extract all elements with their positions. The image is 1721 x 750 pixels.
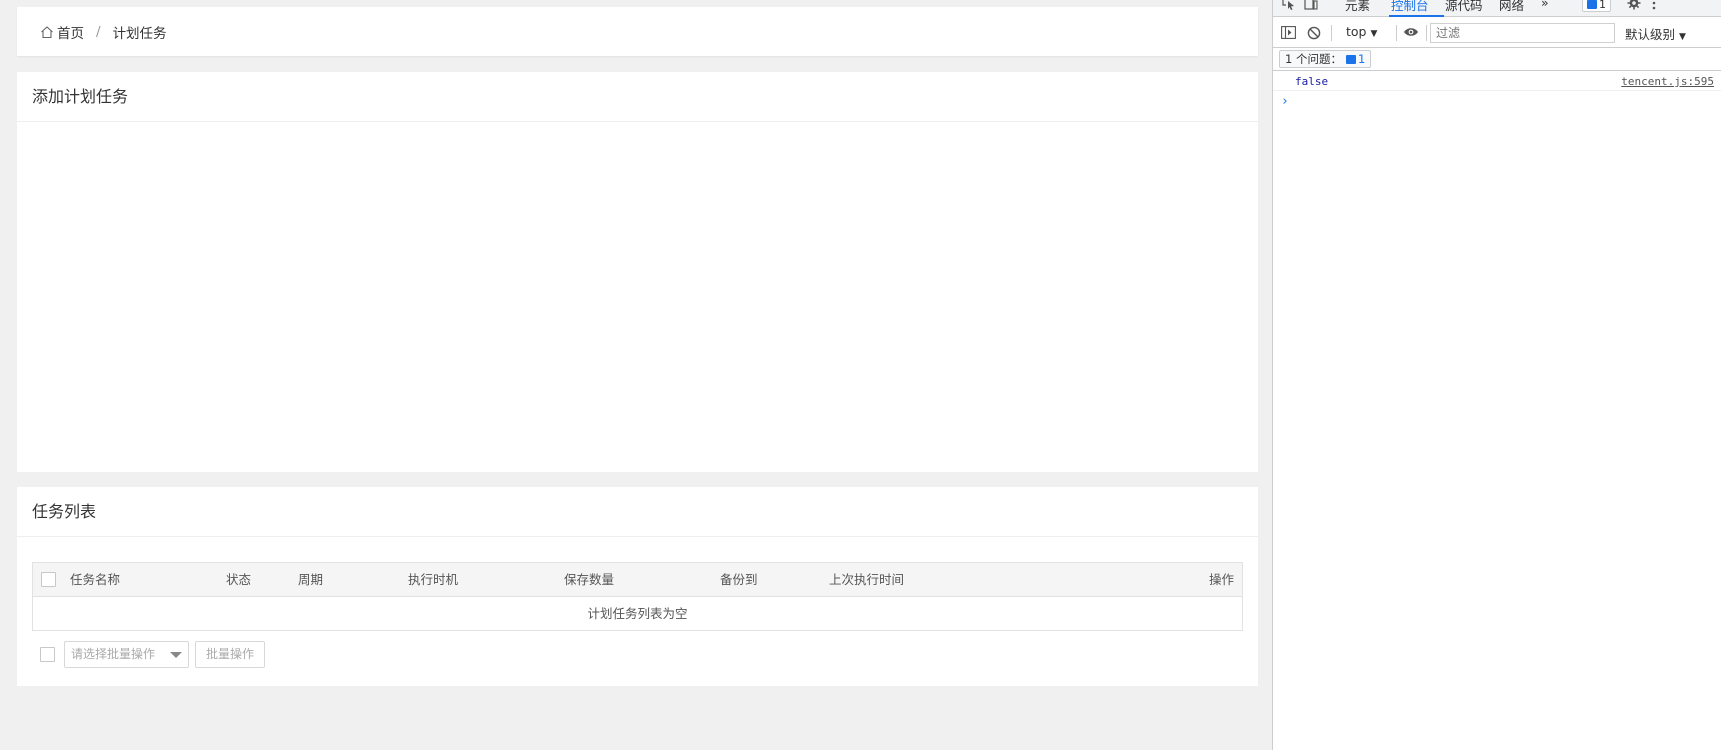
eye-icon[interactable] [1403, 26, 1419, 41]
task-list-title: 任务列表 [17, 487, 1258, 537]
breadcrumb: 首页 / 计划任务 [40, 7, 167, 56]
issues-label: 1 个问题： [1285, 52, 1342, 66]
issues-link[interactable]: 1 个问题： 1 [1279, 50, 1372, 68]
tab-sources[interactable]: 源代码 [1445, 0, 1483, 14]
context-select[interactable]: top ▼ [1346, 24, 1377, 39]
select-all-checkbox[interactable] [41, 572, 56, 587]
tab-console[interactable]: 控制台 [1391, 0, 1429, 14]
console-message: false tencent.js:595 [1273, 72, 1721, 91]
active-tab-indicator [1389, 15, 1444, 17]
batch-bar: 请选择批量操作 批量操作 [32, 641, 432, 669]
inspect-element-icon[interactable] [1281, 0, 1297, 13]
table-empty-message: 计划任务列表为空 [587, 606, 688, 621]
toolbar-divider [1396, 25, 1397, 41]
batch-action-button[interactable]: 批量操作 [195, 641, 265, 668]
page-area: 首页 / 计划任务 添加计划任务 任务列表 任务名称 状态 周期 执行时机 保存… [0, 0, 1272, 750]
console-source-link[interactable]: tencent.js:595 [1621, 75, 1714, 88]
toolbar-divider [1331, 25, 1332, 41]
batch-select-all-checkbox[interactable] [40, 647, 55, 662]
message-icon [1587, 0, 1597, 9]
breadcrumb-home-link[interactable]: 首页 [57, 22, 84, 42]
console-filter-input[interactable] [1430, 23, 1615, 43]
clear-console-icon[interactable] [1307, 26, 1321, 43]
column-status: 状态 [226, 572, 252, 587]
message-icon [1345, 55, 1356, 64]
devtools-panel: 元素 控制台 源代码 网络 » 1 top ▼ 默认级别 ▼ [1272, 0, 1721, 750]
tab-network[interactable]: 网络 [1499, 0, 1524, 14]
column-task-name: 任务名称 [70, 572, 121, 587]
issues-badge[interactable]: 1 [1582, 0, 1611, 12]
toolbar-divider [1426, 25, 1427, 41]
column-exec-timing: 执行时机 [408, 572, 459, 587]
tab-elements[interactable]: 元素 [1345, 0, 1370, 14]
breadcrumb-separator: / [96, 23, 101, 40]
issues-badge-count: 1 [1599, 0, 1606, 11]
table-header: 任务名称 状态 周期 执行时机 保存数量 备份到 上次执行时间 操作 [33, 563, 1242, 597]
task-list-panel: 任务列表 任务名称 状态 周期 执行时机 保存数量 备份到 上次执行时间 操作 … [17, 487, 1258, 686]
settings-gear-icon[interactable] [1627, 0, 1641, 13]
sidebar-toggle-icon[interactable] [1281, 26, 1296, 42]
column-last-exec-time: 上次执行时间 [829, 572, 905, 587]
batch-select-placeholder: 请选择批量操作 [71, 647, 156, 661]
device-toolbar-icon[interactable] [1304, 0, 1318, 13]
console-prompt[interactable]: › [1281, 94, 1289, 109]
chevron-down-icon: ▼ [1370, 29, 1378, 39]
chevron-down-icon [170, 652, 182, 658]
column-backup-to: 备份到 [720, 572, 758, 587]
column-period: 周期 [298, 572, 324, 587]
context-select-value: top [1346, 24, 1367, 39]
task-table: 任务名称 状态 周期 执行时机 保存数量 备份到 上次执行时间 操作 计划任务列… [32, 562, 1243, 631]
column-actions: 操作 [1208, 572, 1234, 587]
more-tabs-button[interactable]: » [1541, 0, 1549, 10]
batch-action-select[interactable]: 请选择批量操作 [64, 641, 189, 668]
column-save-count: 保存数量 [564, 572, 615, 587]
add-task-title: 添加计划任务 [17, 72, 1258, 122]
chevron-down-icon: ▼ [1679, 32, 1686, 42]
log-level-value: 默认级别 [1625, 27, 1676, 42]
add-task-panel: 添加计划任务 [17, 72, 1258, 472]
breadcrumb-bar: 首页 / 计划任务 [17, 7, 1258, 56]
home-icon[interactable] [40, 25, 54, 39]
devtools-tabbar: 元素 控制台 源代码 网络 » 1 [1273, 0, 1721, 17]
more-options-icon[interactable] [1651, 0, 1657, 13]
console-toolbar: top ▼ 默认级别 ▼ [1273, 18, 1721, 48]
log-level-select[interactable]: 默认级别 ▼ [1625, 24, 1686, 43]
issues-count: 1 [1357, 52, 1366, 66]
issues-bar: 1 个问题： 1 [1273, 48, 1721, 71]
breadcrumb-current: 计划任务 [112, 25, 167, 42]
console-output-value: false [1295, 75, 1329, 88]
